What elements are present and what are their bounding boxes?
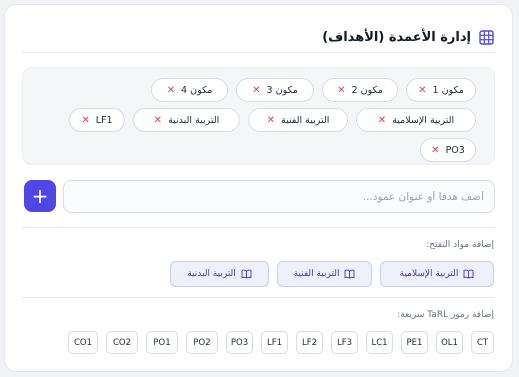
column-chip: مكون 2 ✕ [322,78,398,102]
remove-column-icon[interactable]: ✕ [337,85,345,96]
subjects-section-label: إضافة مواد التفتح: [426,240,494,250]
new-column-input[interactable] [63,180,495,213]
tarl-code-button[interactable]: CO1 [68,331,98,354]
column-chip-label: مكون 4 [181,84,213,96]
book-icon [241,269,252,279]
add-subject-button[interactable]: التربية الفنية [277,261,372,287]
column-chip-label: التربية الإسلامية [392,114,455,126]
column-chip: LF1 ✕ [69,108,125,132]
tarl-code-button[interactable]: OL1 [436,331,463,354]
column-chip-label: التربية البدنية [168,114,220,126]
page-title: إدارة الأعمدة (الأهداف) [322,29,471,45]
header-divider [22,52,495,53]
add-column-button[interactable]: + [24,180,56,212]
subject-label: التربية الفنية [293,269,340,279]
section-divider [22,297,495,298]
tarl-code-button[interactable]: LF1 [261,331,288,354]
remove-column-icon[interactable]: ✕ [154,115,162,126]
tarl-code-button[interactable]: PO1 [146,331,178,354]
table-grid-icon [479,29,494,45]
column-chip: مكون 1 ✕ [406,78,476,102]
column-chip: PO3 ✕ [420,138,476,162]
column-chip: التربية البدنية ✕ [133,108,240,132]
column-chip: مكون 3 ✕ [236,78,314,102]
book-icon [463,269,474,279]
tarl-code-button[interactable]: CT [471,331,494,354]
tarl-code-button[interactable]: LC1 [366,331,393,354]
tarl-code-button[interactable]: PO2 [186,331,218,354]
section-divider [22,227,495,228]
columns-manager-card: إدارة الأعمدة (الأهداف) مكون 1 ✕ مكون 2 … [4,4,513,372]
remove-column-icon[interactable]: ✕ [167,85,175,96]
subject-label: التربية الإسلامية [399,269,459,279]
tarl-code-button[interactable]: CO2 [106,331,138,354]
tarl-section-label: إضافة رموز TaRL سريعة: [397,310,494,320]
column-chip-label: PO3 [445,144,465,156]
column-chip-label: التربية الفنية [280,114,330,126]
column-chip-label: مكون 2 [351,84,383,96]
card-header: إدارة الأعمدة (الأهداف) [322,25,494,49]
column-chip: التربية الإسلامية ✕ [356,108,476,132]
column-chip: التربية الفنية ✕ [248,108,348,132]
tarl-code-button[interactable]: LF3 [331,331,358,354]
column-chip: مكون 4 ✕ [151,78,228,102]
tarl-code-button[interactable]: PO3 [226,331,253,354]
column-chip-label: LF1 [95,114,113,126]
remove-column-icon[interactable]: ✕ [378,115,386,126]
add-subject-button[interactable]: التربية الإسلامية [380,261,494,287]
remove-column-icon[interactable]: ✕ [431,145,439,156]
tarl-code-button[interactable]: PE1 [401,331,428,354]
tarl-code-button[interactable]: LF2 [296,331,323,354]
remove-column-icon[interactable]: ✕ [252,85,260,96]
column-chip-label: مكون 3 [266,84,298,96]
remove-column-icon[interactable]: ✕ [81,115,89,126]
columns-chip-area: مكون 1 ✕ مكون 2 ✕ مكون 3 ✕ مكون 4 ✕ التر… [22,67,495,165]
subject-label: التربية البدنية [187,269,236,279]
column-chip-label: مكون 1 [432,84,464,96]
remove-column-icon[interactable]: ✕ [418,85,426,96]
add-subject-button[interactable]: التربية البدنية [170,261,269,287]
remove-column-icon[interactable]: ✕ [267,115,275,126]
book-icon [344,269,355,279]
